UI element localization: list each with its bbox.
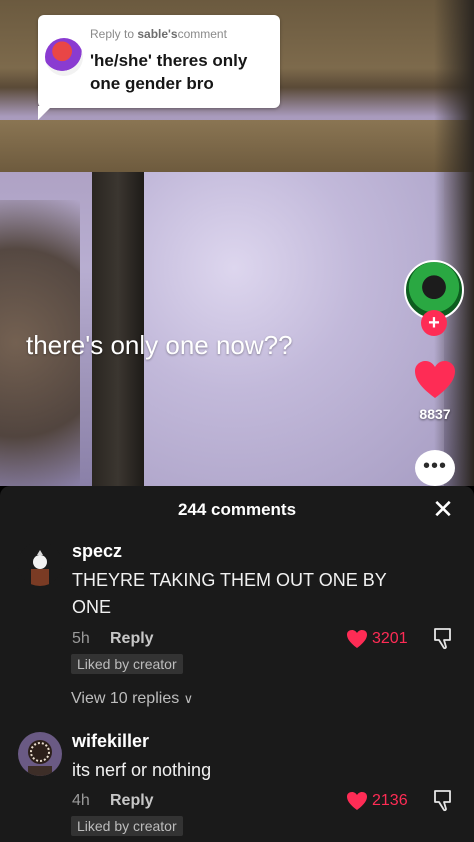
heart-icon[interactable] <box>346 791 368 811</box>
reply-avatar <box>45 38 83 76</box>
comment-text: THEYRE TAKING THEM OUT ONE BY ONE <box>72 570 387 617</box>
video-caption: there's only one now?? <box>26 330 293 360</box>
reply-button[interactable]: Reply <box>110 630 154 648</box>
comment-like-count: 3201 <box>372 630 408 647</box>
liked-by-creator-badge: Liked by creator <box>71 654 183 674</box>
comments-count-title: 244 comments <box>177 500 297 519</box>
comment-username[interactable]: specz <box>72 541 122 562</box>
wall-stud <box>92 172 144 486</box>
foam-insulation <box>144 172 444 486</box>
avatar[interactable] <box>18 542 62 586</box>
avatar[interactable] <box>18 732 62 776</box>
reply-text: 'he/she' theres only one gender bro <box>90 51 248 93</box>
follow-button[interactable]: + <box>421 310 447 336</box>
comments-sheet: 244 comments ✕ specz THEYRE TAKING THEM … <box>0 486 474 842</box>
reply-prefix: Reply to <box>90 27 135 41</box>
reply-bubble[interactable]: Reply to sable'scomment 'he/she' theres … <box>38 15 280 120</box>
wooden-beam <box>0 120 474 172</box>
close-icon[interactable]: ✕ <box>430 496 456 522</box>
view-replies-link[interactable]: View 10 replies ∨ <box>71 690 193 708</box>
liked-by-creator-badge: Liked by creator <box>71 816 183 836</box>
chevron-down-icon: ∨ <box>183 691 194 706</box>
reply-suffix: comment <box>177 27 227 41</box>
heart-icon[interactable] <box>414 360 456 400</box>
comment-time: 5h <box>72 630 90 647</box>
comment-username[interactable]: wifekiller <box>72 731 149 752</box>
reply-username: sable's <box>137 27 178 41</box>
thumbs-down-icon[interactable] <box>432 788 456 812</box>
view-replies-label: View 10 replies <box>71 690 180 707</box>
comment-time: 4h <box>72 792 90 809</box>
comment-text: its nerf or nothing <box>72 760 212 780</box>
reply-header: Reply to sable'scomment <box>90 27 227 41</box>
heart-icon[interactable] <box>346 629 368 649</box>
thumbs-down-icon[interactable] <box>432 626 456 650</box>
like-count: 8837 <box>419 406 451 422</box>
reply-button[interactable]: Reply <box>110 792 154 810</box>
comment-like-count: 2136 <box>372 792 408 809</box>
ellipsis-icon[interactable]: ••• <box>415 450 455 486</box>
